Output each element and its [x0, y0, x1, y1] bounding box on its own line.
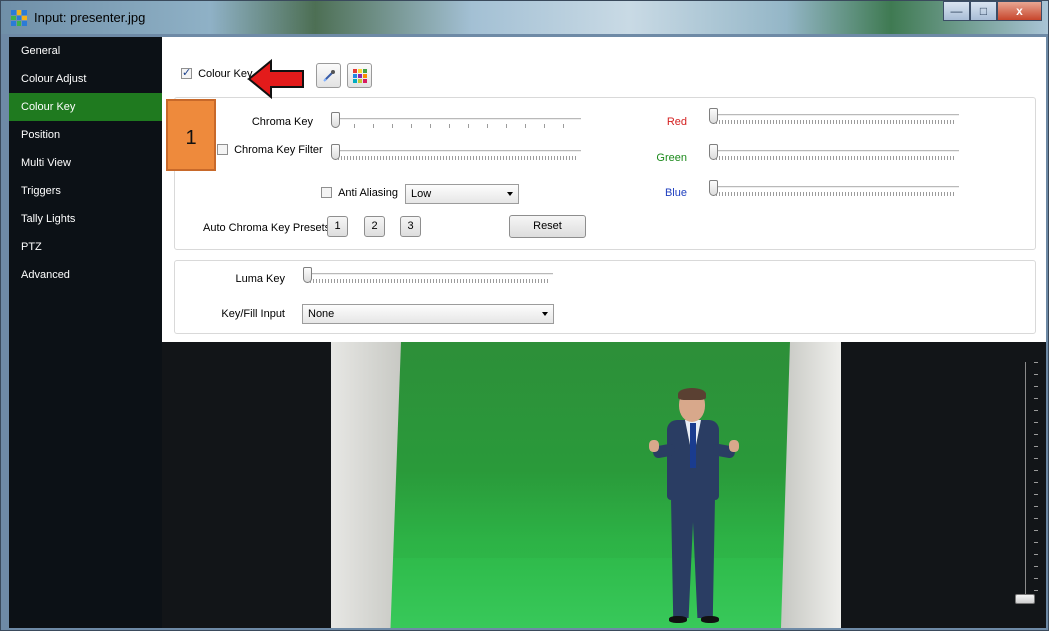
anti-aliasing-label: Anti Aliasing	[338, 187, 398, 199]
sidebar-item-colour-adjust[interactable]: Colour Adjust	[9, 65, 162, 93]
sidebar-item-colour-key[interactable]: Colour Key	[9, 93, 162, 121]
chroma-key-label: Chroma Key	[251, 116, 313, 128]
chroma-key-filter-slider-thumb[interactable]	[331, 144, 340, 160]
blue-slider-thumb[interactable]	[709, 180, 718, 196]
sidebar-item-tally-lights[interactable]: Tally Lights	[9, 205, 162, 233]
luma-key-slider-thumb[interactable]	[303, 267, 312, 283]
red-label: Red	[666, 116, 687, 128]
chroma-key-filter-label: Chroma Key Filter	[234, 144, 323, 156]
annotation-arrow-icon	[247, 58, 304, 100]
maximize-icon: □	[979, 4, 988, 18]
auto-chroma-presets-label: Auto Chroma Key Presets	[203, 222, 331, 234]
minimize-icon: —	[950, 4, 963, 18]
chroma-key-filter-slider[interactable]	[331, 144, 581, 164]
reset-button[interactable]: Reset	[509, 215, 586, 238]
chevron-down-icon	[507, 192, 513, 196]
preview-image	[331, 342, 841, 628]
chroma-key-slider-thumb[interactable]	[331, 112, 340, 128]
chroma-key-slider[interactable]	[331, 112, 581, 132]
sidebar-item-triggers[interactable]: Triggers	[9, 177, 162, 205]
anti-aliasing-value: Low	[411, 188, 432, 200]
app-grid-icon	[11, 10, 27, 26]
red-slider[interactable]	[709, 108, 959, 128]
preset-3-button[interactable]: 3	[400, 216, 421, 237]
anti-aliasing-checkbox[interactable]	[321, 187, 332, 198]
window-controls: — □ x	[943, 1, 1042, 21]
anti-aliasing-toggle[interactable]: Anti Aliasing	[321, 187, 398, 201]
green-label: Green	[656, 152, 687, 164]
anti-aliasing-select[interactable]: Low	[405, 184, 519, 204]
preset-1-button[interactable]: 1	[327, 216, 348, 237]
key-fill-input-label: Key/Fill Input	[221, 308, 285, 320]
input-window: Input: presenter.jpg — □ x General Colou…	[0, 0, 1049, 631]
eyedropper-button[interactable]	[316, 63, 341, 88]
green-slider[interactable]	[709, 144, 959, 164]
preview-zoom-slider-thumb[interactable]	[1015, 594, 1035, 604]
maximize-button[interactable]: □	[970, 1, 997, 21]
red-slider-thumb[interactable]	[709, 108, 718, 124]
luma-key-group: Luma Key Key/Fill Input None	[174, 260, 1036, 334]
eyedropper-icon	[322, 69, 335, 82]
preview-zoom-slider[interactable]	[1015, 362, 1038, 604]
annotation-badge: 1	[166, 99, 216, 171]
sidebar-item-position[interactable]: Position	[9, 121, 162, 149]
green-slider-thumb[interactable]	[709, 144, 718, 160]
close-button[interactable]: x	[997, 1, 1042, 21]
close-icon: x	[1016, 4, 1023, 18]
blue-slider[interactable]	[709, 180, 959, 200]
chevron-down-icon	[542, 312, 548, 316]
color-palette-icon	[352, 68, 367, 83]
preview-area	[162, 342, 1046, 628]
chroma-key-filter-toggle[interactable]: Chroma Key Filter	[217, 144, 323, 158]
sidebar-nav: General Colour Adjust Colour Key Positio…	[9, 37, 162, 628]
sidebar-item-general[interactable]: General	[9, 37, 162, 65]
sidebar-item-advanced[interactable]: Advanced	[9, 261, 162, 289]
blue-label: Blue	[664, 187, 687, 199]
chroma-key-filter-checkbox[interactable]	[217, 144, 228, 155]
preset-2-button[interactable]: 2	[364, 216, 385, 237]
presenter-figure	[649, 388, 739, 625]
palette-button[interactable]	[347, 63, 372, 88]
chroma-key-group: Chroma Key Chroma Key Filter Anti Aliasi…	[174, 97, 1036, 250]
colour-key-checkbox[interactable]	[181, 66, 192, 79]
title-bar[interactable]: Input: presenter.jpg — □ x	[1, 1, 1048, 34]
key-fill-input-value: None	[308, 308, 335, 320]
window-title: Input: presenter.jpg	[34, 10, 146, 25]
sidebar-item-multi-view[interactable]: Multi View	[9, 149, 162, 177]
colour-key-toggle[interactable]: Colour Key	[181, 66, 253, 82]
luma-key-slider[interactable]	[303, 267, 553, 287]
colour-key-label: Colour Key	[198, 68, 253, 80]
luma-key-label: Luma Key	[235, 273, 285, 285]
sidebar-item-ptz[interactable]: PTZ	[9, 233, 162, 261]
minimize-button[interactable]: —	[943, 1, 970, 21]
key-fill-input-select[interactable]: None	[302, 304, 554, 324]
